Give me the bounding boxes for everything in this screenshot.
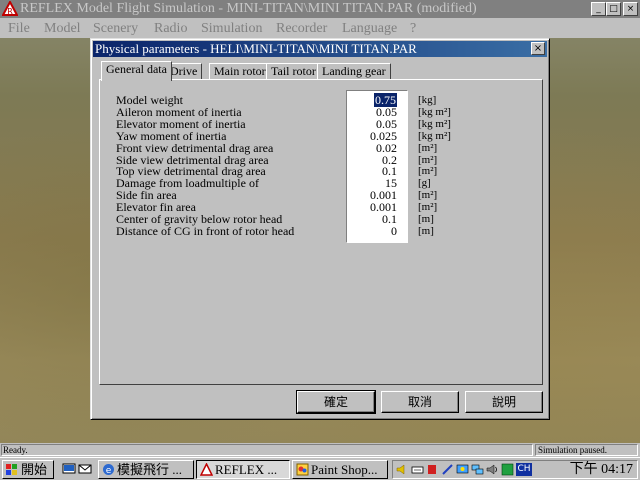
red-tool-icon[interactable] [426,463,439,476]
ie-icon: e [103,464,114,476]
windows-logo-icon [6,464,17,475]
tab-tail-rotor[interactable]: Tail rotor [266,63,321,80]
dialog-close-button[interactable]: × [531,42,545,55]
pen-icon[interactable] [441,463,454,476]
svg-text:R: R [7,7,13,16]
keyboard-icon[interactable] [411,463,424,476]
param-unit: [kg m²] [418,117,451,130]
menu-file[interactable]: File [8,21,30,37]
ok-button[interactable]: 確定 [296,390,376,414]
param-unit: [m²] [418,201,438,214]
dialog-title-bar: Physical parameters - HELI\MINI-TITAN\MI… [93,41,547,57]
green-app-icon[interactable] [501,463,514,476]
cancel-button[interactable]: 取消 [381,391,459,413]
param-label: Distance of CG in front of rotor head [116,223,295,238]
param-value[interactable]: 0.1 [341,213,397,225]
menu-language[interactable]: Language [342,21,397,37]
param-unit: [m²] [418,153,438,166]
status-bar: Ready. Simulation paused. [0,443,640,457]
general-data-panel: 0.75 0.05 0.05 0.025 0.02 0.2 0.1 15 0.001 0.001 0… [99,79,543,385]
simulation-status: Simulation paused. [535,444,638,456]
dialog-title: Physical parameters - HELI\MINI-TITAN\MI… [95,41,417,56]
param-label: Yaw moment of inertia [116,128,227,143]
task-label: 模擬飛行 ... [117,462,183,477]
menu-simulation[interactable]: Simulation [201,21,262,37]
tab-landing-gear[interactable]: Landing gear [317,63,391,80]
start-button[interactable]: 開始 [2,460,54,479]
status-text: Ready. [1,444,533,456]
menu-radio[interactable]: Radio [154,21,187,37]
param-unit: [m²] [418,141,438,154]
app-title: REFLEX Model Flight Simulation - MINI-TI… [20,1,477,16]
menu-help[interactable]: ? [410,21,416,37]
tab-general-data[interactable]: General data [101,61,172,81]
param-unit: [m] [418,213,434,225]
menu-recorder[interactable]: Recorder [276,21,327,37]
minimize-button[interactable]: _ [591,2,606,16]
system-tray: CH 下午 04:17 [392,460,638,479]
menu-bar: File Model Scenery Radio Simulation Reco… [0,18,640,38]
display-settings-icon[interactable] [456,463,469,476]
network-icon[interactable] [471,463,484,476]
param-value-text: 0 [391,223,397,238]
task-flight-sim[interactable]: e 模擬飛行 ... [98,460,194,479]
start-label: 開始 [21,462,48,477]
close-button[interactable]: × [623,2,638,16]
param-unit: [m²] [418,189,438,202]
param-unit: [kg m²] [418,129,451,142]
reflex-logo-icon: R [2,1,18,16]
task-paint-shop[interactable]: Paint Shop... [292,460,388,479]
speaker-icon[interactable] [486,463,499,476]
param-unit: [g] [418,177,431,190]
clock[interactable]: 下午 04:17 [570,462,633,478]
taskbar: 開始 e 模擬飛行 ... REFLEX ... Paint Shop... C… [0,457,640,480]
param-unit: [kg m²] [418,105,451,118]
reflex-logo-icon [200,463,213,476]
show-desktop-icon[interactable] [62,462,76,476]
mail-icon[interactable] [78,462,92,476]
svg-text:e: e [106,466,112,476]
input-language-indicator[interactable]: CH [516,463,532,476]
task-reflex[interactable]: REFLEX ... [196,460,290,479]
maximize-button[interactable]: □ [606,2,621,16]
volume-icon[interactable] [396,463,409,476]
task-label: REFLEX ... [215,462,278,477]
param-unit: [m] [418,224,434,237]
param-value[interactable]: 0 [341,225,397,237]
param-unit: [kg] [418,94,437,106]
physical-parameters-dialog: Physical parameters - HELI\MINI-TITAN\MI… [90,38,550,420]
values-column[interactable]: 0.75 0.05 0.05 0.025 0.02 0.2 0.1 15 0.001 0.001 0… [346,90,408,243]
tab-main-rotor[interactable]: Main rotor [209,63,271,80]
task-label: Paint Shop... [311,462,378,477]
menu-scenery[interactable]: Scenery [93,21,138,37]
param-unit: [m²] [418,165,438,178]
paint-shop-icon [296,463,309,476]
param-label: Elevator moment of inertia [116,116,246,131]
app-title-bar: R REFLEX Model Flight Simulation - MINI-… [0,0,640,18]
help-button[interactable]: 說明 [465,391,543,413]
param-label: Front view detrimental drag area [116,140,274,155]
menu-model[interactable]: Model [44,21,81,37]
